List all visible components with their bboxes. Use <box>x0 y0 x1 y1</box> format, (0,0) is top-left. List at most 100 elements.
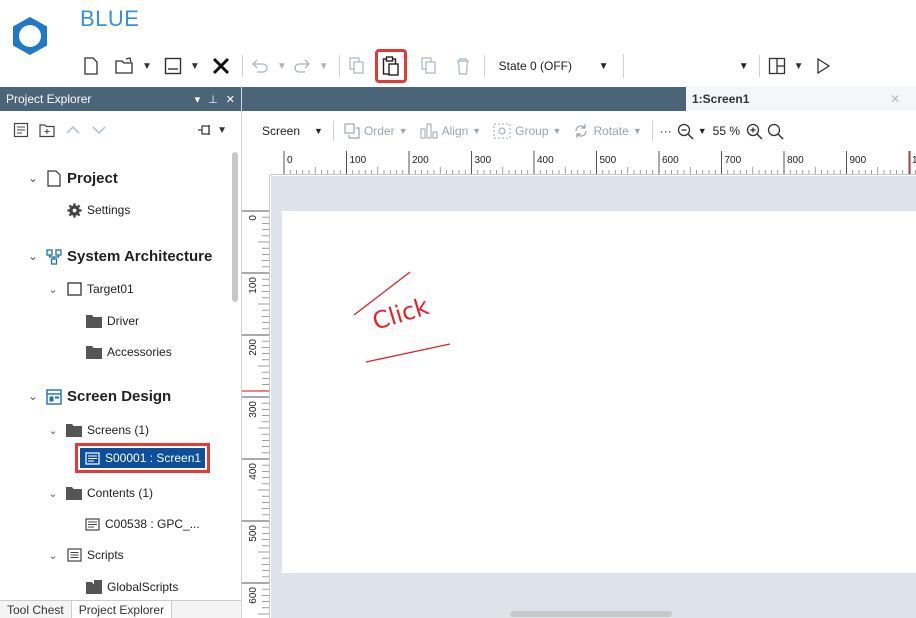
screen-dropdown[interactable]: Screen ▼ <box>242 124 329 138</box>
delete-button[interactable] <box>452 52 474 80</box>
zoom-out-button[interactable]: ▼ <box>675 123 709 140</box>
open-button[interactable] <box>114 52 136 80</box>
ruler-label: 800 <box>787 155 804 166</box>
tree-node-project[interactable]: ⌄ Project <box>26 170 117 187</box>
tree-label: Target01 <box>87 282 134 296</box>
toolbar-separator <box>758 55 760 77</box>
save-dropdown-icon[interactable]: ▼ <box>190 61 200 72</box>
align-button[interactable]: Align ▼ <box>414 123 488 139</box>
ruler-label: 200 <box>248 339 259 356</box>
group-button[interactable]: Group ▼ <box>487 123 567 139</box>
duplicate-icon <box>421 57 436 74</box>
pin-icon <box>198 125 210 135</box>
tree-label: Accessories <box>107 345 172 359</box>
tree-node-settings[interactable]: Settings <box>66 202 130 218</box>
tab-tool-chest[interactable]: Tool Chest <box>0 601 71 618</box>
tab-close-icon[interactable]: ✕ <box>890 92 900 106</box>
panel-pin-icon[interactable]: ⊥ <box>208 93 218 106</box>
new-file-button[interactable] <box>80 52 102 80</box>
state-dropdown-icon[interactable]: ▼ <box>591 54 617 78</box>
save-button[interactable] <box>162 52 184 80</box>
paste-icon <box>382 56 399 76</box>
rotate-button[interactable]: Rotate ▼ <box>567 123 647 139</box>
tree-node-system-architecture[interactable]: ⌄ System Architecture <box>26 248 212 265</box>
redo-button[interactable] <box>291 52 313 80</box>
app-logo-icon <box>13 17 47 55</box>
layout-button[interactable] <box>766 52 788 80</box>
tree-node-scripts[interactable]: ⌄ Scripts <box>46 547 124 563</box>
ruler-label: 900 <box>850 155 867 166</box>
tree-node-driver[interactable]: Driver <box>86 313 139 329</box>
move-up-button[interactable] <box>64 121 82 139</box>
tree-node-screen1[interactable]: S00001 : Screen1 <box>74 443 211 473</box>
redo-icon <box>294 59 310 73</box>
expand-chevron-icon[interactable]: ⌄ <box>46 487 60 500</box>
tree-label: Scripts <box>87 548 124 562</box>
tree-node-accessories[interactable]: Accessories <box>86 344 172 360</box>
zoom-in-button[interactable] <box>744 123 765 140</box>
expand-chevron-icon[interactable]: ⌄ <box>26 250 40 263</box>
expand-chevron-icon[interactable]: ⌄ <box>26 390 40 403</box>
open-dropdown-icon[interactable]: ▼ <box>142 61 152 72</box>
open-folder-icon <box>115 57 133 74</box>
tree-node-contents[interactable]: ⌄ Contents (1) <box>46 485 153 501</box>
pin-options-button[interactable]: ▼ <box>197 124 227 136</box>
tree-node-target[interactable]: ⌄ Target01 <box>46 281 134 297</box>
run-button[interactable] <box>812 52 834 80</box>
tree-label: S00001 : Screen1 <box>105 451 202 465</box>
expand-chevron-icon[interactable]: ⌄ <box>46 549 60 562</box>
tree-label: Contents (1) <box>87 486 154 500</box>
ruler-label: 100 <box>248 277 259 294</box>
undo-button[interactable] <box>249 52 271 80</box>
expand-chevron-icon[interactable]: ⌄ <box>46 283 60 296</box>
tree-node-content-item[interactable]: C00538 : GPC_... <box>84 516 200 532</box>
close-project-button[interactable] <box>210 52 232 80</box>
chevron-up-icon <box>66 125 80 134</box>
duplicate-button[interactable] <box>418 52 440 80</box>
move-down-button[interactable] <box>90 121 108 139</box>
ruler-label: 300 <box>248 401 259 418</box>
align-label: Align <box>441 124 469 138</box>
tab-screen1[interactable]: 1:Screen1 ✕ <box>686 87 908 111</box>
tab-overflow-icon[interactable] <box>908 87 916 111</box>
expand-chevron-icon[interactable]: ⌄ <box>46 424 60 437</box>
tree-node-screen-design[interactable]: ⌄ Screen Design <box>26 388 171 405</box>
chevron-down-icon <box>92 126 106 135</box>
zoom-out-icon <box>677 123 694 140</box>
secondary-combo[interactable]: ▼ <box>622 54 753 78</box>
ruler-label: 600 <box>248 587 259 604</box>
content-icon <box>84 516 100 532</box>
layout-dropdown-icon[interactable]: ▼ <box>794 61 804 72</box>
panel-close-icon[interactable]: ✕ <box>226 93 235 106</box>
tree-node-screens[interactable]: ⌄ Screens (1) <box>46 422 149 438</box>
combo-dropdown-icon: ▼ <box>738 60 749 72</box>
panel-bottom-tabs: Tool Chest Project Explorer <box>0 600 241 618</box>
ruler-label: 400 <box>248 463 259 480</box>
selected-item[interactable]: S00001 : Screen1 <box>80 448 206 468</box>
new-folder-button[interactable] <box>38 121 56 139</box>
tree-node-global-scripts[interactable]: GlobalScripts <box>86 579 178 595</box>
toolbar-separator <box>338 55 340 77</box>
toolbar-separator <box>332 121 334 141</box>
gear-icon <box>66 202 82 218</box>
redo-dropdown-icon[interactable]: ▼ <box>319 61 329 72</box>
more-button[interactable]: ··· <box>657 124 675 138</box>
canvas-horizontal-scrollbar[interactable] <box>510 611 672 617</box>
order-button[interactable]: Order ▼ <box>338 123 414 139</box>
paste-button[interactable] <box>374 49 407 83</box>
properties-button[interactable] <box>12 121 30 139</box>
order-label: Order <box>363 124 395 138</box>
zoom-fit-button[interactable] <box>765 123 786 140</box>
panel-menu-icon[interactable]: ▾ <box>195 93 201 106</box>
zoom-level[interactable]: 55 % <box>709 124 744 138</box>
undo-dropdown-icon[interactable]: ▼ <box>277 61 287 72</box>
save-icon <box>164 57 182 75</box>
expand-chevron-icon[interactable]: ⌄ <box>26 172 40 185</box>
state-select[interactable]: State 0 (OFF) <box>491 54 591 78</box>
copy-button[interactable] <box>346 52 368 80</box>
tree-scrollbar[interactable] <box>232 152 238 302</box>
ruler-label: 500 <box>600 155 617 166</box>
chevron-down-icon: ▼ <box>314 126 323 136</box>
tab-project-explorer[interactable]: Project Explorer <box>70 601 173 618</box>
group-icon <box>493 123 511 139</box>
